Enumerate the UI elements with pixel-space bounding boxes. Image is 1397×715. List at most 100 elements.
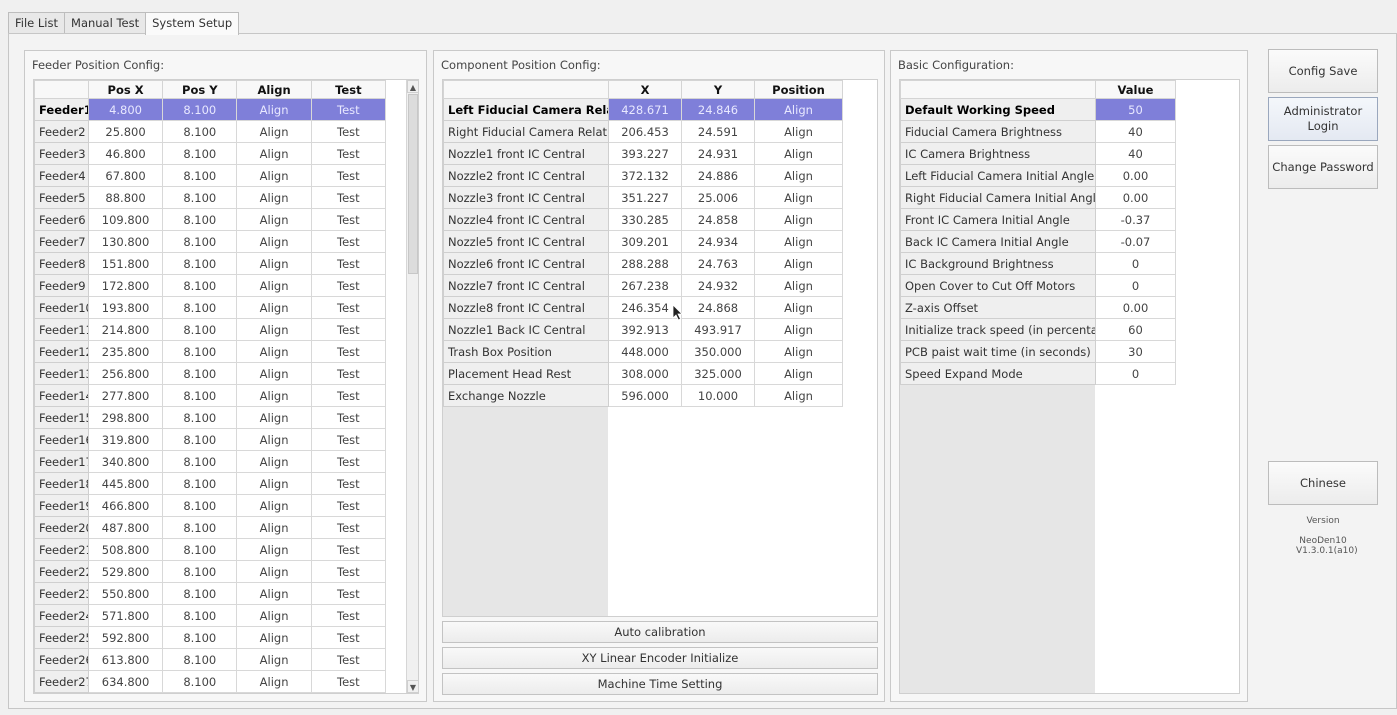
- row-header[interactable]: Feeder16: [34, 428, 89, 451]
- table-cell[interactable]: 88.800: [87, 186, 164, 209]
- row-header[interactable]: Feeder14: [34, 384, 89, 407]
- scroll-up-icon[interactable]: ▲: [407, 80, 418, 93]
- feeder-row[interactable]: Feeder26 613.800 8.100 Align Test: [34, 648, 387, 671]
- table-cell[interactable]: 24.846: [681, 98, 755, 121]
- table-cell[interactable]: 206.453: [608, 120, 682, 143]
- tab-manual-test[interactable]: Manual Test: [64, 12, 147, 34]
- administrator-login-button[interactable]: Administrator Login: [1268, 97, 1378, 141]
- table-cell[interactable]: 8.100: [162, 494, 238, 517]
- feeder-row[interactable]: Feeder2 25.800 8.100 Align Test: [34, 120, 387, 143]
- table-cell[interactable]: Align: [236, 120, 312, 143]
- row-header[interactable]: Placement Head Rest: [443, 362, 609, 385]
- table-cell[interactable]: 40: [1095, 142, 1176, 165]
- row-header[interactable]: Nozzle6 front IC Central: [443, 252, 609, 275]
- basic-config-row[interactable]: IC Background Brightness 0: [900, 252, 1176, 275]
- table-cell[interactable]: Test: [310, 582, 387, 605]
- feeder-row[interactable]: Feeder19 466.800 8.100 Align Test: [34, 494, 387, 517]
- row-header[interactable]: Feeder9: [34, 274, 89, 297]
- table-cell[interactable]: 8.100: [162, 252, 238, 275]
- table-cell[interactable]: Test: [310, 494, 387, 517]
- tab-file-list[interactable]: File List: [8, 12, 66, 34]
- row-header[interactable]: IC Camera Brightness: [900, 142, 1096, 165]
- table-cell[interactable]: 592.800: [87, 626, 164, 649]
- table-cell[interactable]: 8.100: [162, 318, 238, 341]
- row-header[interactable]: Feeder11: [34, 318, 89, 341]
- table-cell[interactable]: 8.100: [162, 142, 238, 165]
- table-cell[interactable]: 8.100: [162, 164, 238, 187]
- table-cell[interactable]: Test: [310, 560, 387, 583]
- row-header[interactable]: Feeder12: [34, 340, 89, 363]
- row-header[interactable]: Left Fiducial Camera Initial Angle: [900, 164, 1096, 187]
- table-cell[interactable]: Align: [754, 340, 843, 363]
- table-cell[interactable]: 340.800: [87, 450, 164, 473]
- table-cell[interactable]: Align: [236, 318, 312, 341]
- table-cell[interactable]: Align: [236, 494, 312, 517]
- table-cell[interactable]: 428.671: [608, 98, 682, 121]
- component-row[interactable]: Nozzle8 front IC Central 246.354 24.868 Ali…: [443, 296, 843, 319]
- table-cell[interactable]: 613.800: [87, 648, 164, 671]
- basic-config-row[interactable]: IC Camera Brightness 40: [900, 142, 1176, 165]
- table-cell[interactable]: 309.201: [608, 230, 682, 253]
- row-header[interactable]: Initialize track speed (in percentage): [900, 318, 1096, 341]
- table-cell[interactable]: 25.006: [681, 186, 755, 209]
- table-cell[interactable]: Test: [310, 450, 387, 473]
- table-cell[interactable]: 529.800: [87, 560, 164, 583]
- table-cell[interactable]: 130.800: [87, 230, 164, 253]
- feeder-row[interactable]: Feeder6 109.800 8.100 Align Test: [34, 208, 387, 231]
- row-header[interactable]: Feeder8: [34, 252, 89, 275]
- table-cell[interactable]: Align: [236, 626, 312, 649]
- table-cell[interactable]: Align: [236, 296, 312, 319]
- table-cell[interactable]: Test: [310, 604, 387, 627]
- table-cell[interactable]: 8.100: [162, 648, 238, 671]
- table-cell[interactable]: 214.800: [87, 318, 164, 341]
- table-cell[interactable]: Align: [236, 582, 312, 605]
- table-cell[interactable]: Align: [236, 538, 312, 561]
- feeder-row[interactable]: Feeder1 4.800 8.100 Align Test: [34, 98, 387, 121]
- basic-config-row[interactable]: Default Working Speed 50: [900, 98, 1176, 121]
- table-cell[interactable]: Align: [236, 340, 312, 363]
- table-cell[interactable]: 508.800: [87, 538, 164, 561]
- feeder-row[interactable]: Feeder13 256.800 8.100 Align Test: [34, 362, 387, 385]
- table-cell[interactable]: Align: [236, 98, 312, 121]
- config-save-button[interactable]: Config Save: [1268, 49, 1378, 93]
- row-header[interactable]: Exchange Nozzle: [443, 384, 609, 407]
- table-cell[interactable]: 25.800: [87, 120, 164, 143]
- table-cell[interactable]: 4.800: [87, 98, 164, 121]
- basic-config-row[interactable]: PCB paist wait time (in seconds) 30: [900, 340, 1176, 363]
- table-cell[interactable]: -0.37: [1095, 208, 1176, 231]
- table-cell[interactable]: 24.868: [681, 296, 755, 319]
- feeder-row[interactable]: Feeder12 235.800 8.100 Align Test: [34, 340, 387, 363]
- row-header[interactable]: Left Fiducial Camera Relative: [443, 98, 609, 121]
- table-cell[interactable]: 10.000: [681, 384, 755, 407]
- table-cell[interactable]: Align: [236, 472, 312, 495]
- feeder-row[interactable]: Feeder7 130.800 8.100 Align Test: [34, 230, 387, 253]
- table-cell[interactable]: 372.132: [608, 164, 682, 187]
- row-header[interactable]: Feeder25: [34, 626, 89, 649]
- table-cell[interactable]: 60: [1095, 318, 1176, 341]
- scroll-thumb[interactable]: [408, 94, 418, 274]
- table-cell[interactable]: Align: [236, 274, 312, 297]
- table-cell[interactable]: Align: [754, 318, 843, 341]
- row-header[interactable]: Speed Expand Mode: [900, 362, 1096, 385]
- row-header[interactable]: Feeder22: [34, 560, 89, 583]
- table-cell[interactable]: 288.288: [608, 252, 682, 275]
- table-cell[interactable]: Test: [310, 406, 387, 429]
- table-cell[interactable]: 24.931: [681, 142, 755, 165]
- feeder-row[interactable]: Feeder27 634.800 8.100 Align Test: [34, 670, 387, 693]
- table-cell[interactable]: Align: [754, 362, 843, 385]
- row-header[interactable]: Z-axis Offset: [900, 296, 1096, 319]
- feeder-row[interactable]: Feeder15 298.800 8.100 Align Test: [34, 406, 387, 429]
- table-cell[interactable]: 8.100: [162, 670, 238, 693]
- tab-system-setup[interactable]: System Setup: [145, 12, 240, 35]
- feeder-row[interactable]: Feeder10 193.800 8.100 Align Test: [34, 296, 387, 319]
- table-cell[interactable]: 24.934: [681, 230, 755, 253]
- table-cell[interactable]: Test: [310, 230, 387, 253]
- table-cell[interactable]: 46.800: [87, 142, 164, 165]
- row-header[interactable]: Default Working Speed: [900, 98, 1096, 121]
- table-cell[interactable]: Test: [310, 274, 387, 297]
- feeder-row[interactable]: Feeder20 487.800 8.100 Align Test: [34, 516, 387, 539]
- table-cell[interactable]: Test: [310, 98, 387, 121]
- table-cell[interactable]: 8.100: [162, 362, 238, 385]
- table-cell[interactable]: Align: [754, 164, 843, 187]
- table-cell[interactable]: Test: [310, 670, 387, 693]
